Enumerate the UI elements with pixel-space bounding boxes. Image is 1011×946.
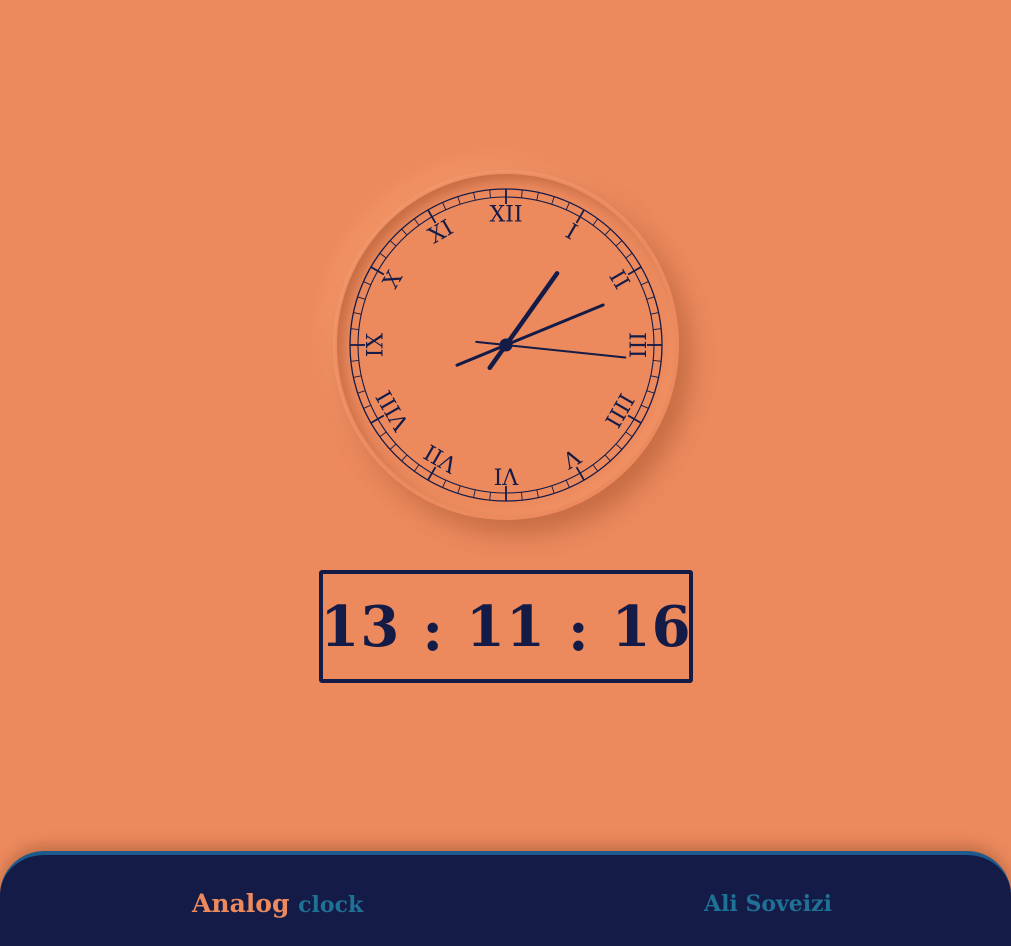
- digital-minutes: 11: [466, 593, 546, 660]
- minute-tick: [353, 312, 362, 315]
- minute-tick: [565, 480, 570, 488]
- minute-tick: [363, 281, 371, 286]
- analog-clock: XII I II III IIII V VI VII VIII IX X XI: [333, 170, 679, 520]
- minute-tick: [413, 218, 420, 226]
- clock-numeral: IX: [364, 332, 389, 357]
- clock-numeral: XI: [424, 216, 458, 250]
- minute-tick: [641, 281, 649, 286]
- clock-numeral: XII: [489, 203, 522, 228]
- minute-tick: [473, 489, 476, 498]
- minute-tick: [363, 404, 371, 409]
- digital-separator: :: [567, 597, 590, 664]
- minute-tick: [565, 202, 570, 210]
- author-link[interactable]: Ali Soveizi: [704, 891, 832, 917]
- minute-tick: [641, 404, 649, 409]
- minute-tick: [646, 296, 655, 300]
- clock-numeral: VI: [494, 463, 520, 488]
- minute-tick: [389, 443, 397, 450]
- minute-tick: [650, 375, 659, 378]
- minute-tick: [457, 485, 461, 494]
- clock-numeral: VIII: [372, 386, 415, 436]
- digital-hours: 13: [320, 593, 401, 660]
- clock-face: XIIIIIIIIIIIIVVIVIIVIIIIXXXI: [349, 188, 663, 502]
- clock-numeral: II: [603, 266, 633, 294]
- minute-tick: [653, 328, 662, 330]
- clock-numeral: V: [557, 442, 585, 473]
- minute-tick: [604, 454, 611, 462]
- minute-tick: [521, 492, 523, 501]
- clock-numeral: I: [561, 219, 581, 245]
- minute-tick: [615, 240, 623, 247]
- minute-tick: [625, 431, 633, 438]
- minute-tick: [536, 192, 539, 201]
- minute-tick: [521, 189, 523, 198]
- minute-tick: [604, 228, 611, 236]
- digital-separator: :: [422, 597, 445, 664]
- minute-tick: [357, 296, 366, 300]
- footer-title-secondary: clock: [298, 892, 364, 918]
- minute-tick: [625, 252, 633, 259]
- footer-bar: Analog clock Ali Soveizi: [0, 851, 1011, 946]
- minute-tick: [473, 192, 476, 201]
- minute-tick: [457, 196, 461, 205]
- footer-title: Analog clock: [192, 889, 363, 918]
- minute-tick: [379, 431, 387, 438]
- footer-title-primary: Analog: [192, 889, 290, 918]
- minute-tick: [350, 328, 359, 330]
- minute-tick: [536, 489, 539, 498]
- clock-numeral: VII: [420, 438, 462, 477]
- minute-tick: [389, 240, 397, 247]
- clock-numeral: III: [624, 332, 649, 358]
- clock-numeral: IIII: [599, 389, 638, 432]
- minute-tick: [350, 360, 359, 362]
- minute-tick: [489, 492, 491, 501]
- minute-tick: [551, 196, 555, 205]
- minute-tick: [592, 218, 599, 226]
- minute-tick: [551, 485, 555, 494]
- clock-center-pin: [499, 338, 513, 352]
- minute-tick: [646, 390, 655, 394]
- minute-tick: [401, 228, 408, 236]
- minute-tick: [357, 390, 366, 394]
- hour-hand: [487, 271, 560, 371]
- minute-tick: [442, 480, 447, 488]
- minute-tick: [489, 189, 491, 198]
- minute-tick: [413, 464, 420, 472]
- minute-tick: [615, 443, 623, 450]
- clock-numeral: X: [379, 267, 409, 293]
- minute-tick: [442, 202, 447, 210]
- digital-seconds: 16: [611, 593, 692, 660]
- minute-tick: [653, 360, 662, 362]
- minute-tick: [650, 312, 659, 315]
- minute-tick: [379, 252, 387, 259]
- minute-tick: [401, 454, 408, 462]
- digital-time-display: 13 : 11 : 16: [319, 570, 693, 683]
- minute-tick: [353, 375, 362, 378]
- minute-tick: [592, 464, 599, 472]
